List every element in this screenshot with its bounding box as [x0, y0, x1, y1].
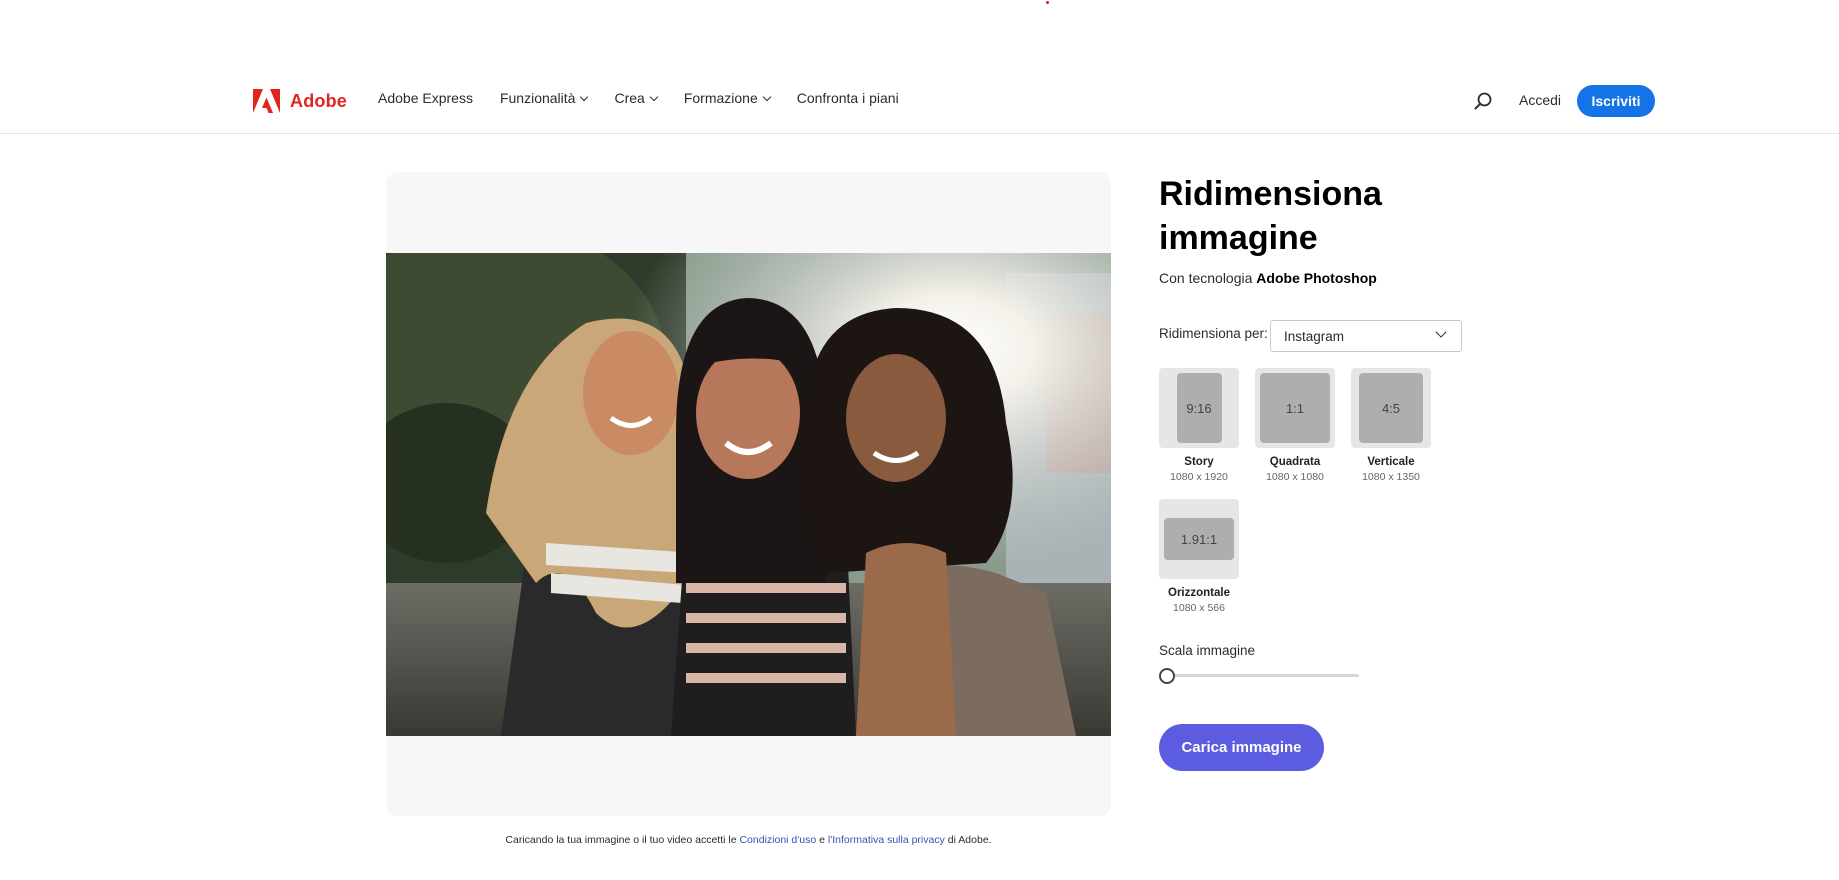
disclaimer-text: e — [819, 834, 825, 846]
resize-platform-select[interactable]: Instagram — [1270, 320, 1462, 352]
preset-name: Orizzontale — [1168, 587, 1230, 599]
preset-dimensions: 1080 x 1920 — [1170, 471, 1228, 483]
upload-image-button[interactable]: Carica immagine — [1159, 724, 1324, 771]
adobe-logo[interactable]: Adobe — [253, 89, 347, 113]
nav-adobe-express[interactable]: Adobe Express — [378, 90, 473, 106]
preset-name: Verticale — [1367, 456, 1415, 468]
terms-of-use-link[interactable]: Condizioni d'uso — [739, 834, 816, 846]
image-scale-slider-thumb[interactable] — [1159, 668, 1175, 684]
preset-verticale[interactable]: 4:5 Verticale 1080 x 1350 — [1351, 368, 1431, 483]
preset-orizzontale[interactable]: 1.91:1 Orizzontale 1080 x 566 — [1159, 499, 1239, 614]
preset-ratio: 1.91:1 — [1164, 518, 1234, 560]
preset-name: Quadrata — [1269, 456, 1321, 468]
resize-for-label: Ridimensiona per: — [1159, 326, 1268, 341]
nav-label: Formazione — [683, 90, 758, 106]
image-scale-label: Scala immagine — [1159, 643, 1256, 658]
preset-quadrata[interactable]: 1:1 Quadrata 1080 x 1080 — [1255, 368, 1335, 483]
preset-dimensions: 1080 x 1080 — [1266, 471, 1324, 483]
main-nav: Adobe Express Funzionalità Crea Formazio… — [378, 90, 926, 106]
nav-funzionalita[interactable]: Funzionalità — [499, 90, 589, 106]
site-header: Adobe Adobe Express Funzionalità Crea Fo… — [0, 0, 1839, 134]
preset-ratio: 9:16 — [1176, 373, 1222, 443]
adobe-logo-icon — [253, 89, 280, 113]
preset-ratio: 1:1 — [1260, 373, 1330, 443]
search-icon[interactable] — [1474, 92, 1492, 110]
select-value: Instagram — [1284, 328, 1345, 344]
terms-disclaimer: Caricando la tua immagine o il tuo video… — [386, 834, 1111, 846]
chevron-down-icon — [580, 92, 589, 101]
nav-formazione[interactable]: Formazione — [683, 90, 771, 106]
logo-text: Adobe — [290, 90, 347, 111]
disclaimer-text: di Adobe. — [947, 834, 992, 846]
nav-label: Crea — [614, 90, 645, 106]
preset-dimensions: 1080 x 1350 — [1362, 471, 1420, 483]
nav-label: Adobe Express — [378, 90, 473, 106]
disclaimer-text: Caricando la tua immagine o il tuo video… — [505, 834, 737, 846]
preset-dimensions: 1080 x 566 — [1173, 602, 1225, 614]
signin-link[interactable]: Accedi — [1519, 92, 1561, 108]
chevron-down-icon — [649, 92, 659, 101]
powered-brand: Adobe Photoshop — [1256, 270, 1377, 286]
sample-photo — [386, 253, 1111, 736]
powered-prefix: Con tecnologia — [1159, 270, 1253, 286]
signup-button[interactable]: Iscriviti — [1577, 85, 1655, 117]
preset-story[interactable]: 9:16 Story 1080 x 1920 — [1159, 368, 1239, 483]
preset-name: Story — [1184, 456, 1214, 468]
preset-thumbnail: 1:1 — [1255, 368, 1335, 448]
preset-thumbnail: 1.91:1 — [1159, 499, 1239, 579]
powered-by: Con tecnologia Adobe Photoshop — [1159, 270, 1377, 286]
nav-label: Confronta i piani — [796, 90, 899, 106]
nav-label: Funzionalità — [499, 90, 576, 106]
preset-ratio: 4:5 — [1359, 373, 1423, 443]
chevron-down-icon — [762, 92, 771, 101]
image-preview-panel — [386, 172, 1111, 816]
preset-thumbnail: 4:5 — [1351, 368, 1431, 448]
nav-crea[interactable]: Crea — [614, 90, 659, 106]
page-title: Ridimensiona immagine — [1159, 175, 1382, 257]
nav-confronta-piani[interactable]: Confronta i piani — [797, 90, 899, 106]
chevron-down-icon — [1435, 326, 1447, 338]
privacy-policy-link[interactable]: l'Informativa sulla privacy — [828, 834, 945, 846]
preset-thumbnail: 9:16 — [1159, 368, 1239, 448]
image-scale-slider-track[interactable] — [1166, 674, 1359, 677]
